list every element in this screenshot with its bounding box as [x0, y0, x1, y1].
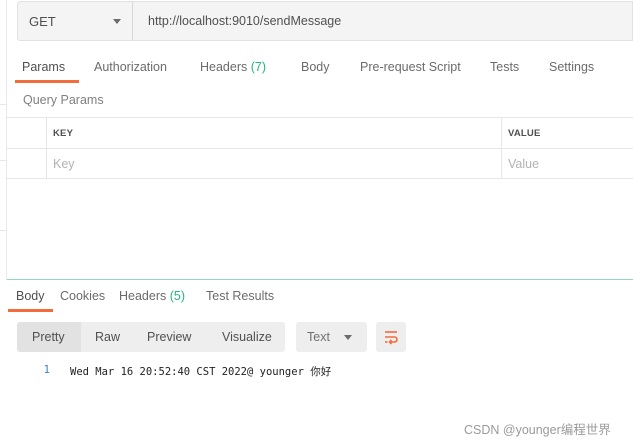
view-raw-button[interactable]: Raw: [81, 322, 136, 352]
view-visualize-button[interactable]: Visualize: [208, 322, 285, 352]
query-params-title: Query Params: [23, 93, 104, 107]
url-text: http://localhost:9010/sendMessage: [148, 14, 342, 28]
watermark: CSDN @younger编程世界: [464, 423, 611, 437]
format-label: Text: [307, 330, 330, 344]
request-url-bar: GET http://localhost:9010/sendMessage: [17, 1, 633, 41]
tab-body[interactable]: Body: [301, 57, 330, 83]
query-params-table: KEY VALUE Key Value: [7, 117, 633, 179]
method-label: GET: [29, 13, 56, 29]
sidebar-edge: [0, 0, 7, 280]
format-select[interactable]: Text: [296, 322, 367, 352]
value-input[interactable]: Value: [502, 149, 633, 178]
line-number: 1: [43, 364, 50, 376]
view-preview-button[interactable]: Preview: [136, 322, 208, 352]
active-tab-indicator: [8, 309, 53, 312]
response-view-switcher: Pretty Raw Preview Visualize: [17, 322, 285, 352]
response-headers-count: (5): [169, 289, 186, 303]
chevron-down-icon: [344, 335, 352, 340]
tab-params[interactable]: Params: [15, 57, 80, 83]
tab-authorization[interactable]: Authorization: [94, 57, 167, 83]
response-tab-cookies[interactable]: Cookies: [60, 288, 105, 312]
value-column-header: VALUE: [508, 127, 541, 139]
active-tab-indicator: [15, 80, 80, 83]
method-select[interactable]: GET: [17, 1, 132, 41]
tab-headers[interactable]: Headers (7): [200, 57, 266, 83]
headers-count: (7): [250, 60, 267, 74]
response-text: Wed Mar 16 20:52:40 CST 2022@ younger 你好: [70, 366, 332, 378]
chevron-down-icon: [113, 19, 121, 24]
response-tab-test-results[interactable]: Test Results: [206, 288, 274, 312]
response-tab-body[interactable]: Body: [8, 288, 53, 312]
key-column-header: KEY: [47, 118, 502, 148]
tab-settings[interactable]: Settings: [549, 57, 594, 83]
response-tabs: Body Cookies Headers (5) Test Results: [0, 288, 633, 312]
response-tab-headers[interactable]: Headers (5): [119, 288, 185, 312]
checkbox-column-header: [7, 118, 47, 148]
tab-tests[interactable]: Tests: [490, 57, 519, 83]
table-header-row: KEY VALUE: [7, 117, 633, 148]
view-pretty-button[interactable]: Pretty: [17, 322, 81, 352]
row-checkbox-cell: [7, 149, 47, 178]
response-body-line: 1 Wed Mar 16 20:52:40 CST 2022@ younger …: [0, 364, 633, 380]
url-input[interactable]: http://localhost:9010/sendMessage: [132, 1, 633, 41]
table-row: Key Value: [7, 148, 633, 179]
key-input[interactable]: Key: [47, 149, 502, 178]
tab-pre-request-script[interactable]: Pre-request Script: [360, 57, 461, 83]
request-tabs: Params Authorization Headers (7) Body Pr…: [0, 57, 633, 83]
pane-divider[interactable]: [7, 279, 633, 280]
wrap-lines-button[interactable]: [376, 322, 406, 352]
wrap-lines-icon: [385, 331, 398, 345]
